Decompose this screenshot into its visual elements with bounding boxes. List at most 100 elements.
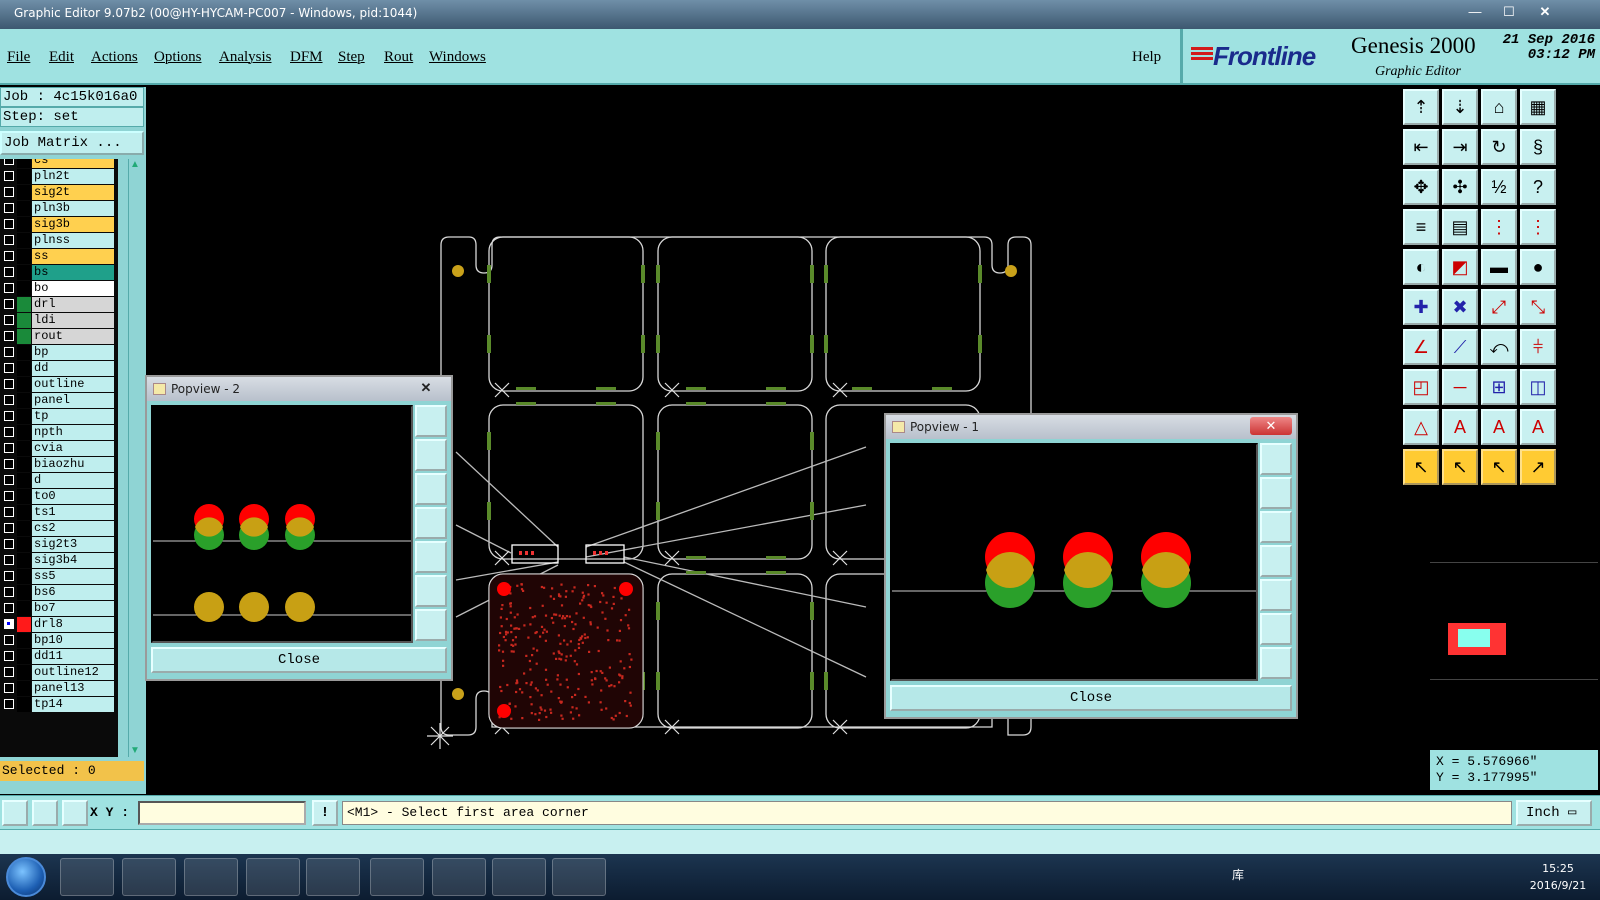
taskbar-save-icon[interactable] [60, 858, 114, 896]
layer-color-swatch[interactable] [17, 521, 31, 536]
popview-1-tool-1-icon[interactable] [1260, 443, 1292, 475]
layer-name[interactable]: panel [32, 393, 114, 408]
layer-row[interactable]: drl [0, 297, 118, 312]
layer-name[interactable]: outline [32, 377, 114, 392]
layer-row[interactable]: panel13 [0, 681, 118, 696]
toolbar-tool-3-icon[interactable]: ⌂ [1481, 89, 1517, 125]
scroll-up-icon[interactable]: ▲ [129, 159, 141, 171]
popview-2-close-button[interactable]: Close [151, 647, 447, 673]
layer-checkbox[interactable] [4, 491, 14, 501]
layer-checkbox[interactable] [4, 603, 14, 613]
layer-name[interactable]: npth [32, 425, 114, 440]
toolbar-tool-36-icon[interactable]: A [1520, 409, 1556, 445]
layer-checkbox[interactable] [4, 299, 14, 309]
layer-name[interactable]: ss5 [32, 569, 114, 584]
layer-checkbox[interactable] [4, 587, 14, 597]
layer-name[interactable]: cvia [32, 441, 114, 456]
layer-row[interactable]: outline [0, 377, 118, 392]
layer-checkbox[interactable] [4, 187, 14, 197]
layer-row[interactable]: dd11 [0, 649, 118, 664]
toolbar-tool-24-icon[interactable]: ⤡ [1520, 289, 1556, 325]
tray-folder-label[interactable]: 库 [1232, 866, 1244, 883]
layer-row[interactable]: sig3b4 [0, 553, 118, 568]
layer-row[interactable]: panel [0, 393, 118, 408]
layer-row[interactable]: drl8 [0, 617, 118, 632]
toolbar-tool-17-icon[interactable]: ◐ [1403, 249, 1439, 285]
layer-row[interactable]: sig2t [0, 185, 118, 200]
layer-color-swatch[interactable] [17, 201, 31, 216]
layer-row[interactable]: outline12 [0, 665, 118, 680]
menu-options[interactable]: Options [154, 49, 202, 66]
popview-1-tool-2-icon[interactable] [1260, 477, 1292, 509]
layer-color-swatch[interactable] [17, 457, 31, 472]
toolbar-tool-23-icon[interactable]: ⤢ [1481, 289, 1517, 325]
toolbar-tool-26-icon[interactable]: ⟋ [1442, 329, 1478, 365]
layer-name[interactable]: d [32, 473, 114, 488]
taskbar-eye-icon[interactable] [246, 858, 300, 896]
layer-color-swatch[interactable] [17, 585, 31, 600]
taskbar-red-app-icon[interactable] [370, 858, 424, 896]
layer-name[interactable]: plnss [32, 233, 114, 248]
layer-color-swatch[interactable] [17, 233, 31, 248]
menu-help[interactable]: Help [1132, 49, 1161, 66]
popview-1-close-button[interactable]: Close [890, 685, 1292, 711]
layer-name[interactable]: pln2t [32, 169, 114, 184]
layer-color-swatch[interactable] [17, 377, 31, 392]
popview-1-titlebar[interactable]: Popview - 1 [886, 415, 1296, 439]
snap-icon[interactable] [2, 800, 28, 826]
menu-actions[interactable]: Actions [91, 49, 138, 66]
layer-name[interactable]: sig2t [32, 185, 114, 200]
layer-color-swatch[interactable] [17, 505, 31, 520]
layer-checkbox[interactable] [4, 411, 14, 421]
layer-color-swatch[interactable] [17, 345, 31, 360]
layer-color-swatch[interactable] [17, 185, 31, 200]
layer-color-swatch[interactable] [17, 281, 31, 296]
layer-row[interactable]: bs [0, 265, 118, 280]
toolbar-tool-5-icon[interactable]: ⇤ [1403, 129, 1439, 165]
layer-color-swatch[interactable] [17, 297, 31, 312]
layer-checkbox[interactable] [4, 683, 14, 693]
layer-checkbox[interactable] [4, 651, 14, 661]
layer-row[interactable]: dd [0, 361, 118, 376]
toolbar-tool-28-icon[interactable]: ⫩ [1520, 329, 1556, 365]
layer-name[interactable]: ldi [32, 313, 114, 328]
popview-1-tool-7-icon[interactable] [1260, 647, 1292, 679]
popview-1-tool-6-icon[interactable] [1260, 613, 1292, 645]
layer-checkbox[interactable] [4, 331, 14, 341]
layer-row[interactable]: bs6 [0, 585, 118, 600]
layer-name[interactable]: cs [32, 159, 114, 168]
layer-color-swatch[interactable] [17, 537, 31, 552]
toolbar-tool-15-icon[interactable]: ⋮ [1481, 209, 1517, 245]
popview-2-tool-5-icon[interactable] [415, 541, 447, 573]
layer-name[interactable]: panel13 [32, 681, 114, 696]
layer-checkbox[interactable] [4, 203, 14, 213]
layer-color-swatch[interactable] [17, 249, 31, 264]
toolbar-tool-12-icon[interactable]: ? [1520, 169, 1556, 205]
toolbar-tool-4-icon[interactable]: ▦ [1520, 89, 1556, 125]
measure-icon[interactable] [32, 800, 58, 826]
layer-name[interactable]: biaozhu [32, 457, 114, 472]
toolbar-tool-13-icon[interactable]: ≡ [1403, 209, 1439, 245]
toolbar-tool-37-icon[interactable]: ↖ [1403, 449, 1439, 485]
overview-minimap[interactable] [1430, 562, 1598, 680]
layer-name[interactable]: dd [32, 361, 114, 376]
layer-checkbox[interactable] [4, 699, 14, 709]
menu-file[interactable]: File [7, 49, 30, 66]
toolbar-tool-32-icon[interactable]: ◫ [1520, 369, 1556, 405]
toolbar-tool-6-icon[interactable]: ⇥ [1442, 129, 1478, 165]
layer-color-swatch[interactable] [17, 217, 31, 232]
layer-color-swatch[interactable] [17, 361, 31, 376]
toolbar-tool-29-icon[interactable]: ◰ [1403, 369, 1439, 405]
layer-name[interactable]: bs6 [32, 585, 114, 600]
layer-name[interactable]: bs [32, 265, 114, 280]
layer-row[interactable]: bo [0, 281, 118, 296]
layer-checkbox[interactable] [4, 443, 14, 453]
layer-color-swatch[interactable] [17, 649, 31, 664]
layer-color-swatch[interactable] [17, 681, 31, 696]
layer-row[interactable]: biaozhu [0, 457, 118, 472]
layer-name[interactable]: sig3b [32, 217, 114, 232]
layer-row[interactable]: sig3b [0, 217, 118, 232]
system-clock[interactable]: 15:25 2016/9/21 [1528, 860, 1588, 894]
toolbar-tool-34-icon[interactable]: A [1442, 409, 1478, 445]
toolbar-tool-39-icon[interactable]: ↖ [1481, 449, 1517, 485]
